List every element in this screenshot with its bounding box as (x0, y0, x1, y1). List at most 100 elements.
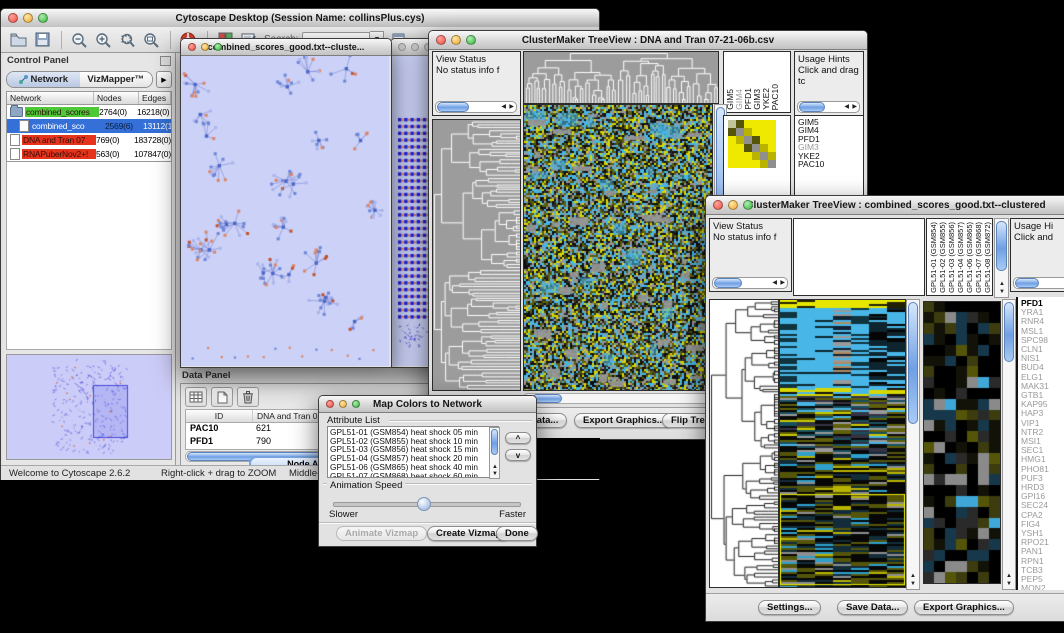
tv2-column-dendrogram[interactable] (793, 218, 925, 296)
mini-heatmap-cell (728, 152, 736, 160)
tv2-row-dendrogram[interactable] (709, 299, 779, 588)
usage-hints-text: Click and (1014, 232, 1064, 243)
usage-hints-title: Usage Hints (798, 54, 860, 65)
network-edges: 16218(0) (137, 107, 171, 117)
zoom-button[interactable] (466, 35, 476, 45)
tv1-titlebar[interactable]: ClusterMaker TreeView : DNA and Tran 07-… (429, 31, 867, 50)
tv1-heatmap[interactable] (523, 104, 713, 391)
net1-titlebar[interactable]: combined_scores_good.txt--cluste... (181, 39, 391, 56)
minimize-button[interactable] (23, 13, 33, 23)
network-row[interactable]: DNA and Tran 07769(0)183728(0) (7, 133, 171, 147)
zoom-button[interactable] (743, 200, 753, 210)
zoom-out-icon[interactable] (68, 30, 90, 50)
zoom-fit-icon[interactable] (140, 30, 162, 50)
export-graphics-button[interactable]: Export Graphics... (914, 600, 1014, 615)
tab-overflow-button[interactable]: ▶ (156, 71, 172, 88)
network-row[interactable]: combined_sco2569(6)13112(15) (7, 119, 171, 133)
attribute-list-label: Attribute List (327, 415, 380, 426)
move-down-button[interactable]: v (505, 449, 531, 461)
mini-heatmap-cell (744, 152, 752, 160)
tv2-titlebar[interactable]: ClusterMaker TreeView : combined_scores_… (706, 196, 1064, 215)
tab-network[interactable]: Network (7, 72, 80, 87)
attribute-list[interactable]: GPL51-01 (GSM854) heat shock 05 minGPL51… (327, 426, 499, 478)
mini-heatmap-cell (736, 120, 744, 128)
dialog-titlebar[interactable]: Map Colors to Network (319, 396, 536, 413)
float-panel-icon[interactable] (160, 56, 171, 66)
tv1-view-status-panel: View Status No status info f ◀ ▶ (432, 51, 521, 116)
folder-icon (10, 107, 23, 117)
network-table-header[interactable]: Network Nodes Edges (7, 92, 171, 105)
tv2-heatmap[interactable] (779, 299, 906, 588)
close-button[interactable] (8, 13, 18, 23)
tv1-usage-hints-panel: Usage Hints Click and drag tc ◀ ▶ (794, 51, 864, 116)
usage-hints-hscrollbar[interactable]: ◀ ▶ (797, 101, 860, 113)
attribute-item[interactable]: GPL51-07 (GSM868) heat shock 60 min (330, 472, 498, 478)
desktop: Cytoscape Desktop (Session Name: collins… (0, 0, 1064, 633)
table-icon[interactable] (185, 387, 207, 407)
done-button[interactable]: Done (496, 526, 538, 541)
tv1-hscrollbar[interactable] (523, 393, 715, 404)
tv1-column-labels: GIM5GIM4PFD1GIM3YKE2PAC10 (723, 51, 791, 113)
mini-heatmap-cell (768, 144, 776, 152)
network-row[interactable]: RNAPuberNov2+!563(0)107847(0) (7, 147, 171, 161)
tv2-usage-hints-panel: Usage Hi Click and (1010, 218, 1064, 292)
minimize-button[interactable] (201, 43, 209, 51)
attribute-list-scrollbar[interactable]: ▲ ▼ (489, 427, 500, 479)
close-button[interactable] (436, 35, 446, 45)
tv2-gene-list[interactable]: PFD1YRA1RNR4MSL1SPC98CLN1NIS1BUD4ELG1MAK… (1016, 297, 1064, 590)
network-view-1[interactable] (181, 56, 389, 366)
tv1-column-dendrogram[interactable] (523, 51, 719, 104)
mini-heatmap-cell (728, 160, 736, 168)
close-button[interactable] (713, 200, 723, 210)
trash-icon[interactable] (237, 387, 259, 407)
zoom-button[interactable] (38, 13, 48, 23)
view-status-hscrollbar[interactable]: ◀ ▶ (712, 277, 788, 289)
close-button[interactable] (398, 43, 406, 51)
main-titlebar[interactable]: Cytoscape Desktop (Session Name: collins… (1, 9, 599, 28)
export-graphics-button[interactable]: Export Graphics... (574, 413, 674, 428)
network-name: combined_scores (25, 107, 99, 117)
save-data-button[interactable]: Save Data... (837, 600, 908, 615)
move-up-button[interactable]: ^ (505, 432, 531, 444)
tv2-zoom-heatmap[interactable] (923, 301, 1001, 584)
usage-hints-text: Click and drag tc (798, 65, 860, 87)
mini-heatmap-cell (760, 152, 768, 160)
usage-hints-title: Usage Hi (1014, 221, 1064, 232)
view-status-hscrollbar[interactable]: ◀ ▶ (435, 101, 517, 113)
minimize-button[interactable] (411, 43, 419, 51)
zoom-in-icon[interactable] (92, 30, 114, 50)
page-icon[interactable] (211, 387, 233, 407)
birdseye-view[interactable] (6, 354, 172, 460)
mini-heatmap-cell (768, 120, 776, 128)
mini-heatmap-cell (736, 136, 744, 144)
animate-vizmap-button[interactable]: Animate Vizmap (336, 526, 427, 541)
tv2-top-vscrollbar[interactable]: ▲ ▼ (994, 218, 1009, 298)
zoom-button[interactable] (352, 400, 360, 408)
tv2-heatmap-vscrollbar[interactable]: ▲ ▼ (906, 299, 920, 590)
close-button[interactable] (326, 400, 334, 408)
network-window-1: combined_scores_good.txt--cluste... (180, 38, 392, 368)
tv2-genes-vscrollbar[interactable]: ▲ ▼ (1002, 299, 1016, 590)
minimize-button[interactable] (451, 35, 461, 45)
usage-hints-hscrollbar[interactable] (1013, 277, 1064, 289)
network-nodes: 563(0) (96, 149, 134, 159)
tv1-mini-heatmap[interactable] (728, 120, 786, 168)
mini-heatmap-cell (728, 128, 736, 136)
open-file-icon[interactable] (7, 30, 29, 50)
minimize-button[interactable] (339, 400, 347, 408)
close-button[interactable] (188, 43, 196, 51)
zoom-selected-icon[interactable] (116, 30, 138, 50)
window-controls (8, 13, 48, 23)
settings-button[interactable]: Settings... (758, 600, 821, 615)
dialog-title: Map Colors to Network (373, 399, 482, 410)
save-icon[interactable] (31, 30, 53, 50)
view-status-title: View Status (436, 54, 517, 65)
minimize-button[interactable] (728, 200, 738, 210)
tv1-row-dendrogram[interactable] (432, 119, 521, 391)
network-row[interactable]: combined_scores2764(0)16218(0) (7, 105, 171, 119)
mini-heatmap-cell (728, 136, 736, 144)
control-panel: Control Panel Network VizMapper™ ▶ Ne (3, 53, 176, 466)
animation-slider-thumb[interactable] (417, 497, 431, 511)
zoom-button[interactable] (214, 43, 222, 51)
tab-vizmapper[interactable]: VizMapper™ (80, 72, 153, 87)
